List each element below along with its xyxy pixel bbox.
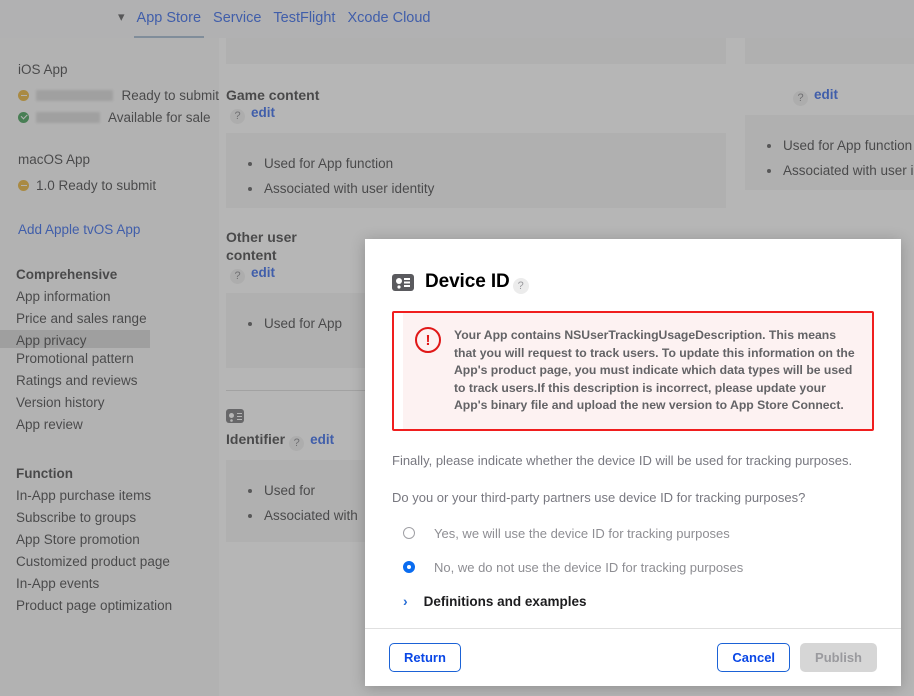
alert-left-strip bbox=[394, 313, 403, 429]
chevron-right-icon[interactable]: › bbox=[403, 594, 408, 608]
modal-footer: Return Cancel Publish bbox=[365, 628, 901, 686]
disclosure-label: Definitions and examples bbox=[423, 593, 587, 609]
publish-button: Publish bbox=[800, 643, 877, 672]
modal-header: Device ID ? bbox=[392, 271, 874, 294]
contact-card-icon bbox=[392, 273, 414, 291]
radio-option-no[interactable]: No, we do not use the device ID for trac… bbox=[392, 560, 874, 575]
radio-button[interactable] bbox=[403, 527, 415, 539]
return-button[interactable]: Return bbox=[389, 643, 461, 672]
tracking-warning-alert: ! Your App contains NSUserTrackingUsageD… bbox=[392, 311, 874, 431]
device-id-modal: Device ID ? ! Your App contains NSUserTr… bbox=[365, 239, 901, 686]
modal-title: Device ID bbox=[425, 271, 510, 292]
radio-option-yes[interactable]: Yes, we will use the device ID for track… bbox=[392, 526, 874, 541]
help-icon[interactable]: ? bbox=[512, 278, 529, 294]
question-text: Do you or your third-party partners use … bbox=[392, 489, 806, 505]
intro-text: Finally, please indicate whether the dev… bbox=[392, 452, 853, 468]
radio-button-selected[interactable] bbox=[403, 561, 415, 573]
modal-body: Device ID ? ! Your App contains NSUserTr… bbox=[365, 239, 901, 628]
alert-message: Your App contains NSUserTrackingUsageDes… bbox=[454, 328, 855, 412]
radio-label: No, we do not use the device ID for trac… bbox=[434, 559, 744, 575]
cancel-button[interactable]: Cancel bbox=[717, 643, 791, 672]
definitions-and-examples-disclosure[interactable]: › Definitions and examples bbox=[392, 594, 874, 609]
exclamation-circle-icon: ! bbox=[415, 327, 441, 353]
radio-label: Yes, we will use the device ID for track… bbox=[434, 525, 730, 541]
